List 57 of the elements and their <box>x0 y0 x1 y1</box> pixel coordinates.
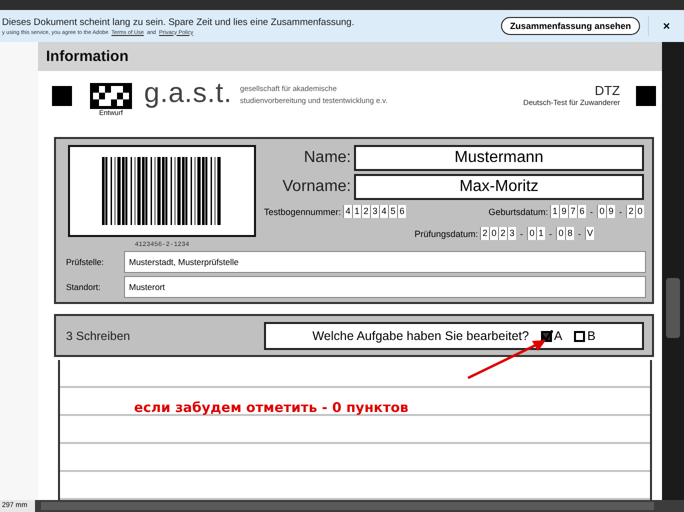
separator: - <box>578 228 581 239</box>
separator: - <box>549 228 552 239</box>
field-label: Vorname: <box>282 178 351 196</box>
digit-field[interactable]: 8 <box>565 227 574 240</box>
field-label: Prüfstelle: <box>66 257 105 268</box>
input-field[interactable]: Mustermann <box>354 145 644 172</box>
digit-field[interactable]: 4 <box>343 205 352 218</box>
scroll-thumb[interactable] <box>666 278 680 338</box>
digit-field[interactable]: V <box>585 227 594 240</box>
digit-field[interactable]: 0 <box>597 205 606 218</box>
digit-field[interactable]: 0 <box>527 227 536 240</box>
digit-field[interactable]: 7 <box>568 205 577 218</box>
digit-field[interactable]: 1 <box>536 227 545 240</box>
digit-field[interactable]: 4 <box>379 205 388 218</box>
digit-field[interactable]: 1 <box>352 205 362 218</box>
separator: - <box>619 206 622 217</box>
digit-field[interactable]: 6 <box>397 205 406 218</box>
digit-field[interactable]: 9 <box>606 205 615 218</box>
separator: - <box>590 206 593 217</box>
question-text: Welche Aufgabe haben Sie bearbeitet? <box>312 328 529 343</box>
close-button[interactable]: × <box>658 19 674 33</box>
digit-field[interactable]: 5 <box>388 205 398 218</box>
field-label: Standort: <box>66 282 102 292</box>
digit-field[interactable]: 2 <box>498 227 507 240</box>
input-field[interactable]: Musterstadt, Musterprüfstelle <box>124 251 646 274</box>
test-code: DTZ <box>594 83 620 98</box>
digit-field[interactable]: 6 <box>577 205 586 218</box>
input-field[interactable]: Musterort <box>124 276 646 298</box>
field-label: Prüfungsdatum: <box>414 228 478 239</box>
separator: - <box>520 228 523 239</box>
input-field[interactable]: Max-Moritz <box>354 174 644 200</box>
field-label: Geburtsdatum: <box>488 206 548 217</box>
section-title: 3 Schreiben <box>66 328 130 343</box>
digit-field[interactable]: 2 <box>480 227 489 240</box>
digit-field[interactable]: 9 <box>559 205 568 218</box>
digit-field[interactable]: 1 <box>550 205 559 218</box>
digit-field[interactable]: 3 <box>507 227 516 240</box>
banner-message: Dieses Dokument scheint lang zu sein. Spare Zeit und lies eine Zusammenfassung. <box>2 16 356 28</box>
digit-field[interactable]: 0 <box>635 205 644 218</box>
field-label: Name: <box>304 149 351 168</box>
digit-field[interactable]: 2 <box>361 205 370 218</box>
marker-square-icon <box>52 86 72 106</box>
checked-checkbox-icon[interactable] <box>540 330 553 342</box>
annotation-text: если забудем отметить - 0 пунктов <box>134 400 408 416</box>
logo-icon <box>90 83 132 110</box>
field-label: Testbogennummer: <box>264 206 342 217</box>
summary-button[interactable]: Zusammenfassung ansehen <box>500 17 640 35</box>
option-label: B <box>587 328 596 343</box>
brand-name: g.a.s.t. <box>144 77 232 110</box>
digit-field[interactable]: 0 <box>489 227 498 240</box>
digit-field[interactable]: 3 <box>370 205 380 218</box>
digit-field[interactable]: 0 <box>556 227 565 240</box>
checkbox-icon[interactable] <box>574 330 586 342</box>
marker-square-icon <box>636 86 656 106</box>
section-title: Information <box>46 48 128 66</box>
option-label: A <box>554 328 562 343</box>
digit-field[interactable]: 2 <box>626 205 635 218</box>
